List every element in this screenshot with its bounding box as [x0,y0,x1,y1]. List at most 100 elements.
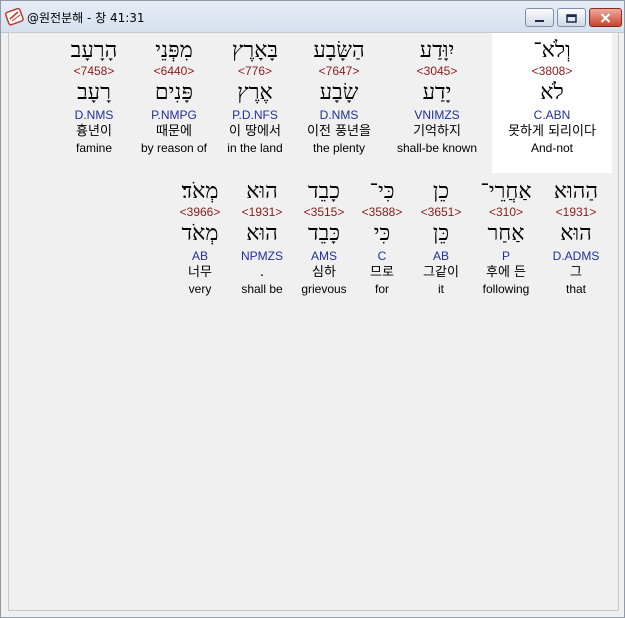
korean-gloss: 때문에 [156,124,192,139]
strong-number[interactable]: <310> [469,205,543,221]
hebrew-word: הַהוּא [553,179,599,204]
word-cell[interactable]: כָבֵד <3515> כָּבֵד AMS 심하 grievous [292,179,356,296]
word-cell[interactable]: יִוָּדַע <3045> יָדַע VNIMZS 기억하지 shall-… [389,38,485,155]
word-cell[interactable]: הָרָעָב <7458> רָעָב D.NMS 흉년이 famine [54,38,134,155]
english-gloss: very [188,282,212,296]
strong-number[interactable]: <7647> [294,64,384,80]
morphology-code[interactable]: P.NMPG [134,108,214,124]
english-gloss: grievous [301,282,347,296]
english-gloss: shall be [241,282,283,296]
strong-number[interactable]: <3808> [492,64,612,80]
korean-gloss: 이전 풍년을 [307,124,371,139]
korean-gloss: . [259,265,265,280]
strong-number[interactable]: <3966> [167,205,233,221]
hebrew-word: הָרָעָב [70,38,118,63]
title-bar[interactable]: @원전분해 - 창 41:31 [1,1,624,33]
english-gloss: for [374,282,389,296]
korean-gloss: 너무 [188,265,212,280]
lemma-word: כִּי [373,221,391,246]
close-button[interactable] [589,8,622,27]
word-cell[interactable]: מְאֹד׃ <3966> מְאֹד AB 너무 very [167,179,233,296]
morphology-code[interactable]: NPMZS [230,249,294,265]
app-logo-icon[interactable] [4,7,25,27]
korean-gloss: 그 [570,265,582,280]
english-gloss: that [565,282,586,296]
korean-gloss: 못하게 되리이다 [508,124,596,139]
strong-number[interactable]: <3588> [352,205,412,221]
morphology-code[interactable]: P.D.NFS [214,108,296,124]
english-gloss: the plenty [312,141,366,155]
hebrew-word: מִפְּנֵי [155,38,193,63]
lemma-word: פָּנִים [154,80,194,105]
hebrew-word: וְלֹא־ [533,38,571,63]
word-cell[interactable]: כֵן <3651> כֵּן AB 그같이 it [409,179,473,296]
strong-number[interactable]: <776> [214,64,296,80]
english-gloss: in the land [227,141,283,155]
hebrew-word: כֵן [432,179,450,204]
korean-gloss: 후에 든 [485,265,526,280]
word-cell[interactable]: הַשָּׂבָע <7647> שָׂבָע D.NMS 이전 풍년을 the… [294,38,384,155]
english-gloss: famine [75,141,113,155]
lemma-word: אֶרֶץ [237,80,273,105]
app-window: @원전분해 - 창 41:31 וְלֹא־ <3808> לֹא C.ABN … [0,0,625,618]
strong-number[interactable]: <3045> [389,64,485,80]
strong-number[interactable]: <7458> [54,64,134,80]
lemma-word: הוּא [246,221,278,246]
verse-analysis-pane[interactable]: וְלֹא־ <3808> לֹא C.ABN 못하게 되리이다 And-not… [8,32,619,611]
strong-number[interactable]: <3515> [292,205,356,221]
lemma-word: הוּא [560,221,592,246]
maximize-icon [566,8,577,27]
minimize-button[interactable] [525,8,554,27]
morphology-code[interactable]: P [469,249,543,265]
morphology-code[interactable]: AB [409,249,473,265]
korean-gloss: 심하 [312,265,336,280]
strong-number[interactable]: <6440> [134,64,214,80]
lemma-word: יָדַע [422,80,452,105]
morphology-code[interactable]: C.ABN [492,108,612,124]
word-cell[interactable]: הוּא <1931> הוּא NPMZS . shall be [230,179,294,296]
word-cell[interactable]: בָּאָרֶץ <776> אֶרֶץ P.D.NFS 이 땅에서 in th… [214,38,296,155]
morphology-code[interactable]: D.NMS [294,108,384,124]
lemma-word: מְאֹד [181,221,219,246]
morphology-code[interactable]: AMS [292,249,356,265]
korean-gloss: 그같이 [423,265,459,280]
hebrew-word: אַחֲרֵי־ [480,179,532,204]
strong-number[interactable]: <1931> [230,205,294,221]
word-cell[interactable]: אַחֲרֵי־ <310> אַחַר P 후에 든 following [469,179,543,296]
morphology-code[interactable]: C [352,249,412,265]
hebrew-word: בָּאָרֶץ [231,38,279,63]
hebrew-word: כִּי־ [369,179,395,204]
lemma-word: כֵּן [432,221,450,246]
english-gloss: by reason of [140,141,208,155]
maximize-button[interactable] [557,8,586,27]
english-gloss: And-not [530,141,574,155]
window-title: @원전분해 - 창 41:31 [27,11,145,25]
hebrew-word: הוּא [246,179,278,204]
hebrew-word: הַשָּׂבָע [313,38,365,63]
english-gloss: it [438,282,444,296]
hebrew-word: מְאֹד׃ [181,179,219,204]
korean-gloss: 이 땅에서 [229,124,281,139]
word-cell[interactable]: וְלֹא־ <3808> לֹא C.ABN 못하게 되리이다 And-not [492,33,612,173]
lemma-word: לֹא [540,80,564,105]
morphology-code[interactable]: D.NMS [54,108,134,124]
close-icon [600,8,611,27]
minimize-icon [534,8,545,27]
lemma-word: אַחַר [487,221,525,246]
korean-gloss: 기억하지 [413,124,461,139]
lemma-word: שָׂבָע [319,80,359,105]
morphology-code[interactable]: VNIMZS [389,108,485,124]
korean-gloss: 므로 [370,265,394,280]
lemma-word: כָּבֵד [308,221,340,246]
hebrew-word: כָבֵד [308,179,340,204]
word-cell[interactable]: כִּי־ <3588> כִּי C 므로 for [352,179,412,296]
strong-number[interactable]: <1931> [539,205,613,221]
word-cell[interactable]: מִפְּנֵי <6440> פָּנִים P.NMPG 때문에 by re… [134,38,214,155]
morphology-code[interactable]: D.ADMS [539,249,613,265]
hebrew-word: יִוָּדַע [419,38,455,63]
korean-gloss: 흉년이 [76,124,112,139]
word-cell[interactable]: הַהוּא <1931> הוּא D.ADMS 그 that [539,179,613,296]
morphology-code[interactable]: AB [167,249,233,265]
english-gloss: following [482,282,530,296]
strong-number[interactable]: <3651> [409,205,473,221]
